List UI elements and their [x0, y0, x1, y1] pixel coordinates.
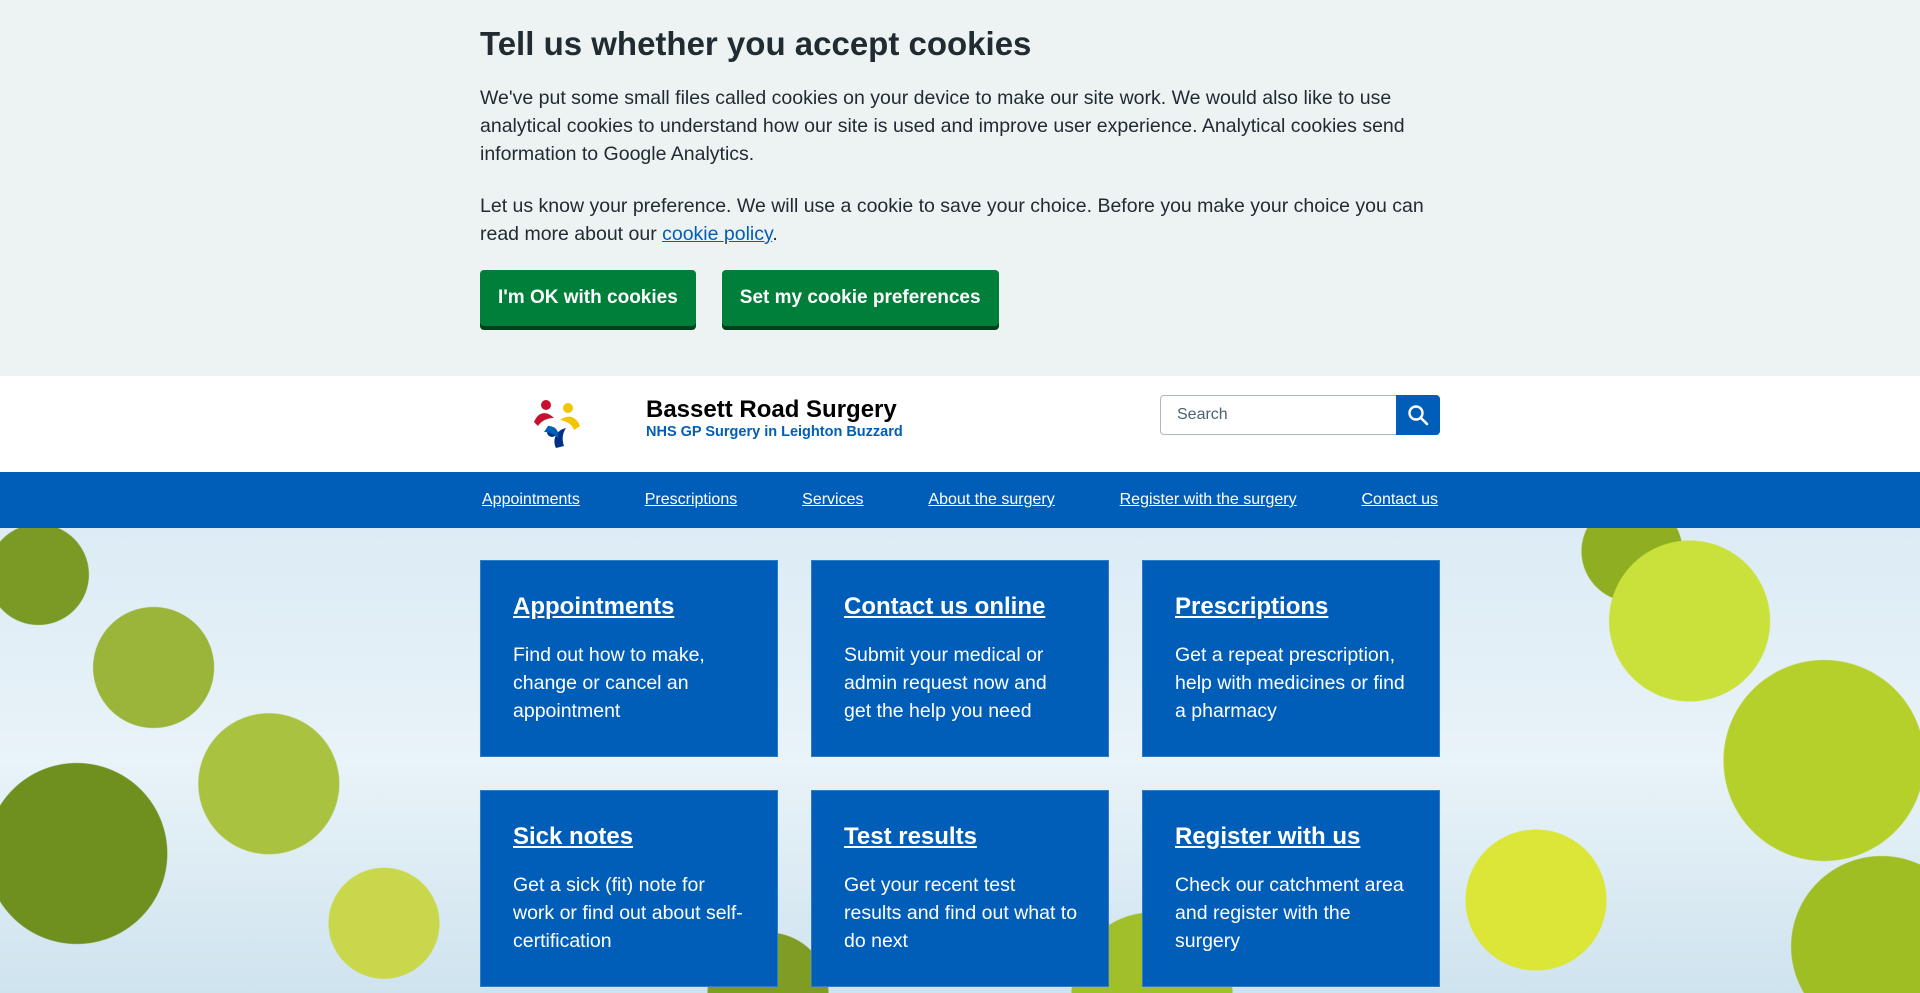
card-prescriptions: Prescriptions Get a repeat prescription,…	[1142, 560, 1440, 757]
card-description: Submit your medical or admin request now…	[844, 644, 1047, 722]
site-header: Bassett Road Surgery NHS GP Surgery in L…	[0, 376, 1920, 472]
brand: Bassett Road Surgery NHS GP Surgery in L…	[646, 396, 903, 440]
card-test-results: Test results Get your recent test result…	[811, 790, 1109, 987]
card-description: Get a sick (fit) note for work or find o…	[513, 874, 743, 952]
accept-cookies-button[interactable]: I'm OK with cookies	[480, 270, 696, 326]
search-icon	[1408, 405, 1429, 426]
cookie-buttons: I'm OK with cookies Set my cookie prefer…	[480, 270, 1440, 326]
cookie-banner-paragraph: We've put some small files called cookie…	[480, 87, 1405, 165]
cookie-policy-link[interactable]: cookie policy	[662, 223, 772, 245]
card-title-link[interactable]: Prescriptions	[1175, 593, 1409, 621]
card-description: Check our catchment area and register wi…	[1175, 874, 1404, 952]
card-description: Find out how to make, change or cancel a…	[513, 644, 705, 722]
search-input[interactable]	[1160, 395, 1396, 435]
card-grid: Appointments Find out how to make, chang…	[480, 528, 1440, 987]
site-subtitle: NHS GP Surgery in Leighton Buzzard	[646, 424, 903, 440]
nav-item-prescriptions[interactable]: Prescriptions	[645, 491, 737, 508]
card-sick-notes: Sick notes Get a sick (fit) note for wor…	[480, 790, 778, 987]
cookie-banner-preference-text: Let us know your preference. We will use…	[480, 192, 1440, 248]
hero-section: Appointments Find out how to make, chang…	[0, 528, 1920, 993]
card-appointments: Appointments Find out how to make, chang…	[480, 560, 778, 757]
cookie-banner: Tell us whether you accept cookies We've…	[0, 0, 1920, 376]
card-title-link[interactable]: Register with us	[1175, 823, 1409, 851]
cookie-banner-title: Tell us whether you accept cookies	[480, 25, 1032, 62]
card-title-link[interactable]: Contact us online	[844, 593, 1078, 621]
card-contact-online: Contact us online Submit your medical or…	[811, 560, 1109, 757]
main-navigation: Appointments Prescriptions Services Abou…	[0, 472, 1920, 528]
nav-item-appointments[interactable]: Appointments	[482, 491, 580, 508]
card-register: Register with us Check our catchment are…	[1142, 790, 1440, 987]
search-button[interactable]	[1396, 395, 1440, 435]
search-form	[1160, 395, 1440, 435]
site-title[interactable]: Bassett Road Surgery	[646, 396, 903, 424]
cookie-preferences-button[interactable]: Set my cookie preferences	[721, 270, 999, 326]
nav-item-register[interactable]: Register with the surgery	[1120, 491, 1297, 508]
people-logo-icon[interactable]	[530, 396, 584, 450]
cookie-text-after: .	[772, 223, 778, 245]
card-title-link[interactable]: Test results	[844, 823, 1078, 851]
card-title-link[interactable]: Sick notes	[513, 823, 747, 851]
cookie-text-before: Let us know your preference. We will use…	[480, 195, 1424, 245]
card-description: Get your recent test results and find ou…	[844, 874, 1078, 952]
nav-item-contact[interactable]: Contact us	[1361, 491, 1437, 508]
card-title-link[interactable]: Appointments	[513, 593, 747, 621]
nav-item-about[interactable]: About the surgery	[928, 491, 1054, 508]
nav-item-services[interactable]: Services	[802, 491, 863, 508]
card-description: Get a repeat prescription, help with med…	[1175, 644, 1405, 722]
